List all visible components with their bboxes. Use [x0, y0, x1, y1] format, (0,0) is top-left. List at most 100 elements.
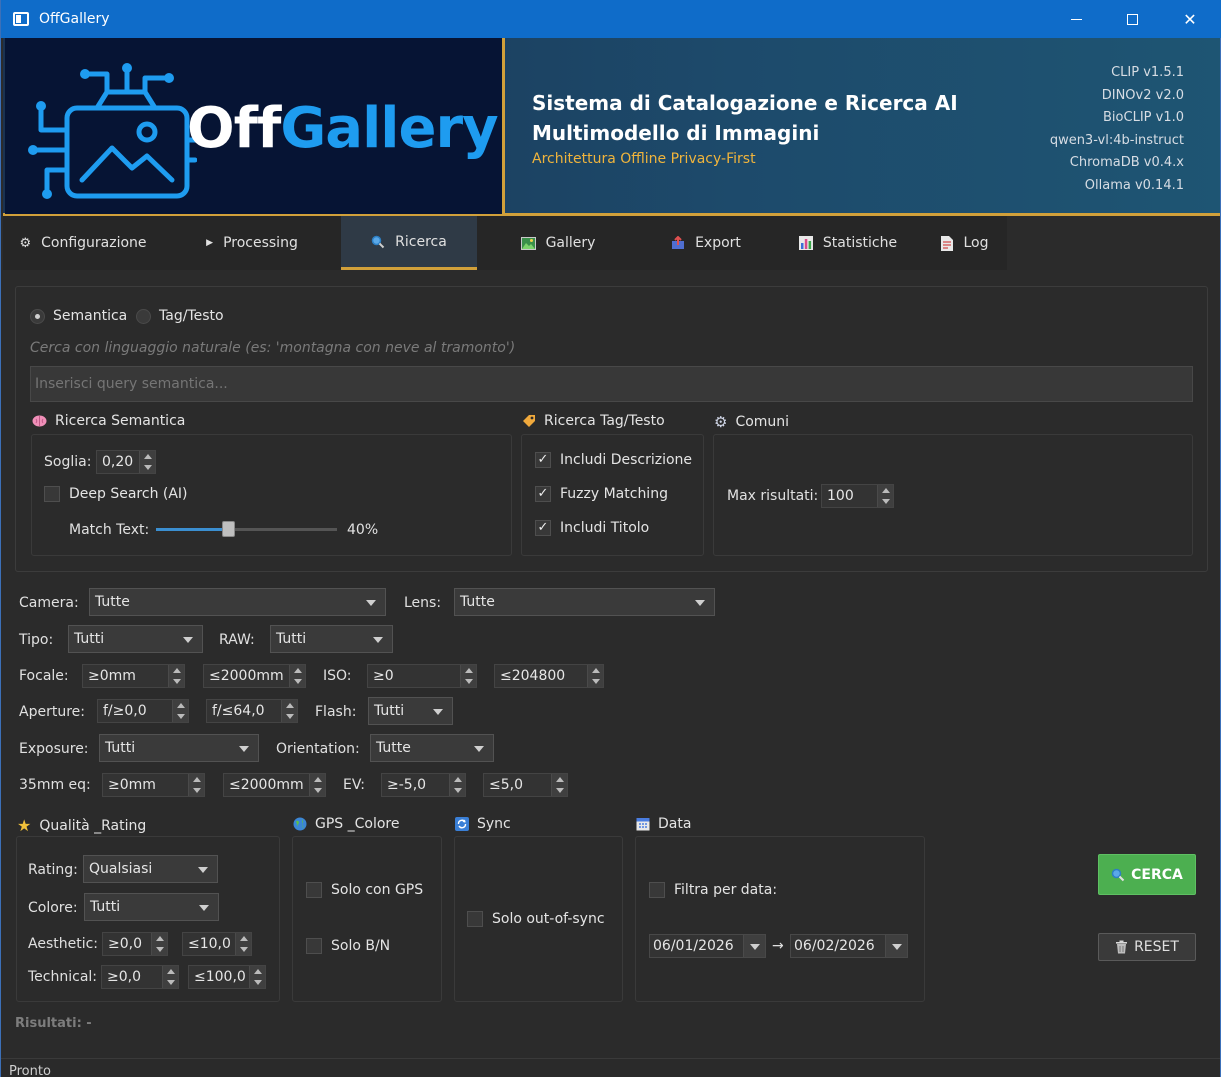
tipo-select[interactable]: Tutti [68, 625, 203, 653]
spin-arrows-icon[interactable] [235, 933, 251, 955]
spin-arrows-icon[interactable] [151, 933, 167, 955]
orientation-select[interactable]: Tutte [370, 734, 494, 762]
document-icon [941, 235, 954, 251]
window-title: OffGallery [39, 11, 110, 27]
radio-tag-testo[interactable]: Tag/Testo [136, 308, 224, 324]
spin-arrows-icon[interactable] [162, 966, 178, 988]
aperture-max-spinbox[interactable]: f/≤64,0 [206, 699, 298, 723]
spin-arrows-icon[interactable] [281, 700, 297, 722]
only-gps-checkbox[interactable]: Solo con GPS [306, 882, 423, 898]
aesthetic-min-spinbox[interactable]: ≥0,0 [102, 932, 168, 956]
close-button[interactable]: ✕ [1161, 0, 1219, 38]
match-text-slider-fill [156, 528, 228, 531]
eq35-min-spinbox[interactable]: ≥0mm [102, 773, 205, 797]
checkbox-box [44, 486, 60, 502]
calendar-icon [636, 818, 650, 831]
circuit-camera-icon [28, 63, 197, 199]
spin-arrows-icon[interactable] [172, 700, 188, 722]
date-filter-checkbox[interactable]: Filtra per data: [649, 882, 777, 898]
fuzzy-matching-checkbox[interactable]: ✓ Fuzzy Matching [535, 486, 668, 502]
spin-arrows-icon[interactable] [309, 774, 325, 796]
main-tabs: ⚙ Configurazione ▶ Processing Ricerca Gall… [3, 216, 1007, 270]
date-to-picker[interactable]: 06/02/2026 [790, 934, 908, 958]
raw-select[interactable]: Tutti [270, 625, 393, 653]
semantic-group-title: Ricerca Semantica [32, 413, 185, 429]
status-bar: Pronto [1, 1058, 1220, 1077]
spin-arrows-icon[interactable] [587, 665, 603, 687]
technical-label: Technical: [28, 969, 98, 985]
tab-ricerca[interactable]: Ricerca [341, 216, 477, 270]
search-button[interactable]: CERCA [1098, 854, 1196, 895]
version-item: qwen3-vl:4b-instruct [1049, 132, 1184, 148]
gps-group [292, 836, 442, 1002]
lens-select[interactable]: Tutte [454, 588, 715, 616]
include-title-checkbox[interactable]: ✓ Includi Titolo [535, 520, 649, 536]
tab-log[interactable]: Log [923, 216, 1007, 270]
focale-min-spinbox[interactable]: ≥0mm [82, 664, 185, 688]
tab-configurazione[interactable]: ⚙ Configurazione [3, 216, 163, 270]
sync-icon [455, 817, 469, 831]
exposure-select[interactable]: Tutti [99, 734, 259, 762]
semantic-query-input[interactable] [30, 366, 1193, 402]
camera-label: Camera: [19, 595, 79, 611]
only-bw-checkbox[interactable]: Solo B/N [306, 938, 390, 954]
gear-icon: ⚙ [714, 413, 728, 431]
date-from-picker[interactable]: 06/01/2026 [649, 934, 766, 958]
sync-group-title: Sync [455, 816, 511, 832]
maximize-button[interactable] [1103, 0, 1161, 38]
iso-label: ISO: [323, 668, 352, 684]
spin-arrows-icon[interactable] [168, 665, 184, 687]
tab-statistiche[interactable]: Statistiche [773, 216, 923, 270]
tipo-label: Tipo: [19, 632, 54, 648]
spin-arrows-icon[interactable] [449, 774, 465, 796]
focale-max-spinbox[interactable]: ≤2000mm [203, 664, 306, 688]
ev-max-spinbox[interactable]: ≤5,0 [483, 773, 568, 797]
iso-min-spinbox[interactable]: ≥0 [367, 664, 477, 688]
spin-arrows-icon[interactable] [289, 665, 305, 687]
exposure-label: Exposure: [19, 741, 89, 757]
color-select[interactable]: Tutti [84, 893, 219, 921]
match-text-value: 40% [347, 522, 379, 538]
play-icon: ▶ [206, 238, 214, 248]
results-count: Risultati: - [15, 1016, 92, 1031]
chevron-down-icon[interactable] [743, 935, 765, 957]
app-window: OffGallery ✕ OffGallery Sistema di Catal… [0, 0, 1221, 1077]
threshold-spinbox[interactable]: 0,20 [96, 450, 156, 474]
radio-dot [136, 308, 151, 324]
iso-max-spinbox[interactable]: ≤204800 [494, 664, 604, 688]
rating-select[interactable]: Qualsiasi [83, 855, 218, 883]
aperture-min-spinbox[interactable]: f/≥0,0 [97, 699, 189, 723]
close-icon: ✕ [1183, 9, 1197, 29]
match-text-slider-handle[interactable] [222, 521, 235, 537]
header-title: Sistema di Catalogazione e Ricerca AI Mu… [532, 88, 972, 148]
spin-arrows-icon[interactable] [188, 774, 204, 796]
chart-icon [798, 236, 813, 250]
chevron-down-icon[interactable] [885, 935, 907, 957]
max-results-spinbox[interactable]: 100 [821, 484, 894, 508]
tab-processing[interactable]: ▶ Processing [163, 216, 341, 270]
eq35-max-spinbox[interactable]: ≤2000mm [223, 773, 326, 797]
app-header: OffGallery Sistema di Catalogazione e Ri… [3, 38, 1220, 216]
technical-min-spinbox[interactable]: ≥0,0 [101, 965, 179, 989]
model-versions: CLIP v1.5.1 DINOv2 v2.0 BioCLIP v1.0 qwe… [1050, 62, 1184, 197]
deep-search-checkbox[interactable]: Deep Search (AI) [44, 486, 188, 502]
spin-arrows-icon[interactable] [460, 665, 476, 687]
include-description-checkbox[interactable]: ✓ Includi Descrizione [535, 452, 692, 468]
technical-max-spinbox[interactable]: ≤100,0 [188, 965, 266, 989]
minimize-button[interactable] [1047, 0, 1105, 38]
spin-arrows-icon[interactable] [139, 451, 155, 473]
out-of-sync-checkbox[interactable]: Solo out-of-sync [467, 911, 605, 927]
spin-arrows-icon[interactable] [249, 966, 265, 988]
reset-button[interactable]: RESET [1098, 933, 1196, 961]
status-text: Pronto [9, 1064, 51, 1077]
tab-gallery[interactable]: Gallery [477, 216, 639, 270]
aesthetic-max-spinbox[interactable]: ≤10,0 [182, 932, 252, 956]
spin-arrows-icon[interactable] [551, 774, 567, 796]
tab-export[interactable]: Export [639, 216, 773, 270]
ev-min-spinbox[interactable]: ≥-5,0 [381, 773, 466, 797]
radio-semantica[interactable]: Semantica [30, 308, 127, 324]
spin-arrows-icon[interactable] [877, 485, 893, 507]
version-item: CLIP v1.5.1 [1111, 65, 1184, 80]
flash-select[interactable]: Tutti [368, 697, 453, 725]
camera-select[interactable]: Tutte [89, 588, 386, 616]
